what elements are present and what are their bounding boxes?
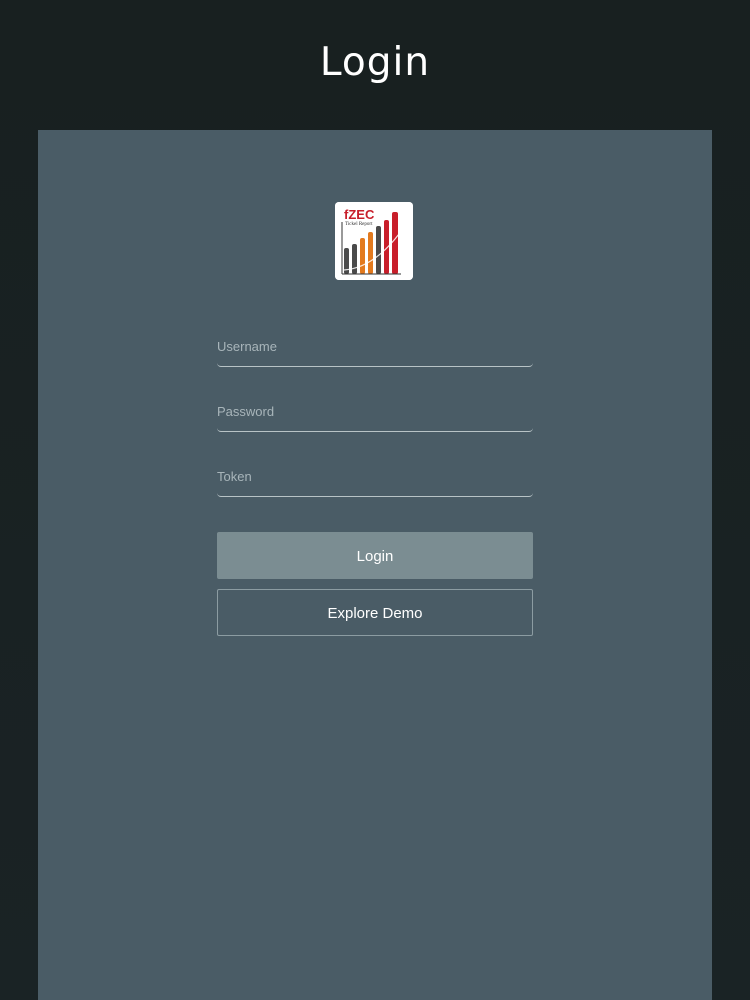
bar-chart-logo-icon: fZEC Tickel Report	[335, 202, 413, 280]
token-field[interactable]	[217, 456, 533, 497]
login-panel: fZEC Tickel Report Login Ex	[38, 130, 712, 1000]
logo-subtitle: Tickel Report	[345, 222, 373, 227]
logo-wordmark: fZEC	[344, 207, 375, 222]
username-field[interactable]	[217, 326, 533, 367]
login-button[interactable]: Login	[217, 532, 533, 579]
password-input[interactable]	[217, 391, 533, 431]
username-input[interactable]	[217, 326, 533, 366]
password-field[interactable]	[217, 391, 533, 432]
page-title: Login	[319, 40, 431, 85]
token-input[interactable]	[217, 456, 533, 496]
login-screen: Login fZEC Tickel Report Username Token …	[0, 0, 750, 1000]
explore-demo-button[interactable]: Explore Demo	[217, 589, 533, 636]
app-logo: fZEC Tickel Report	[335, 202, 413, 280]
